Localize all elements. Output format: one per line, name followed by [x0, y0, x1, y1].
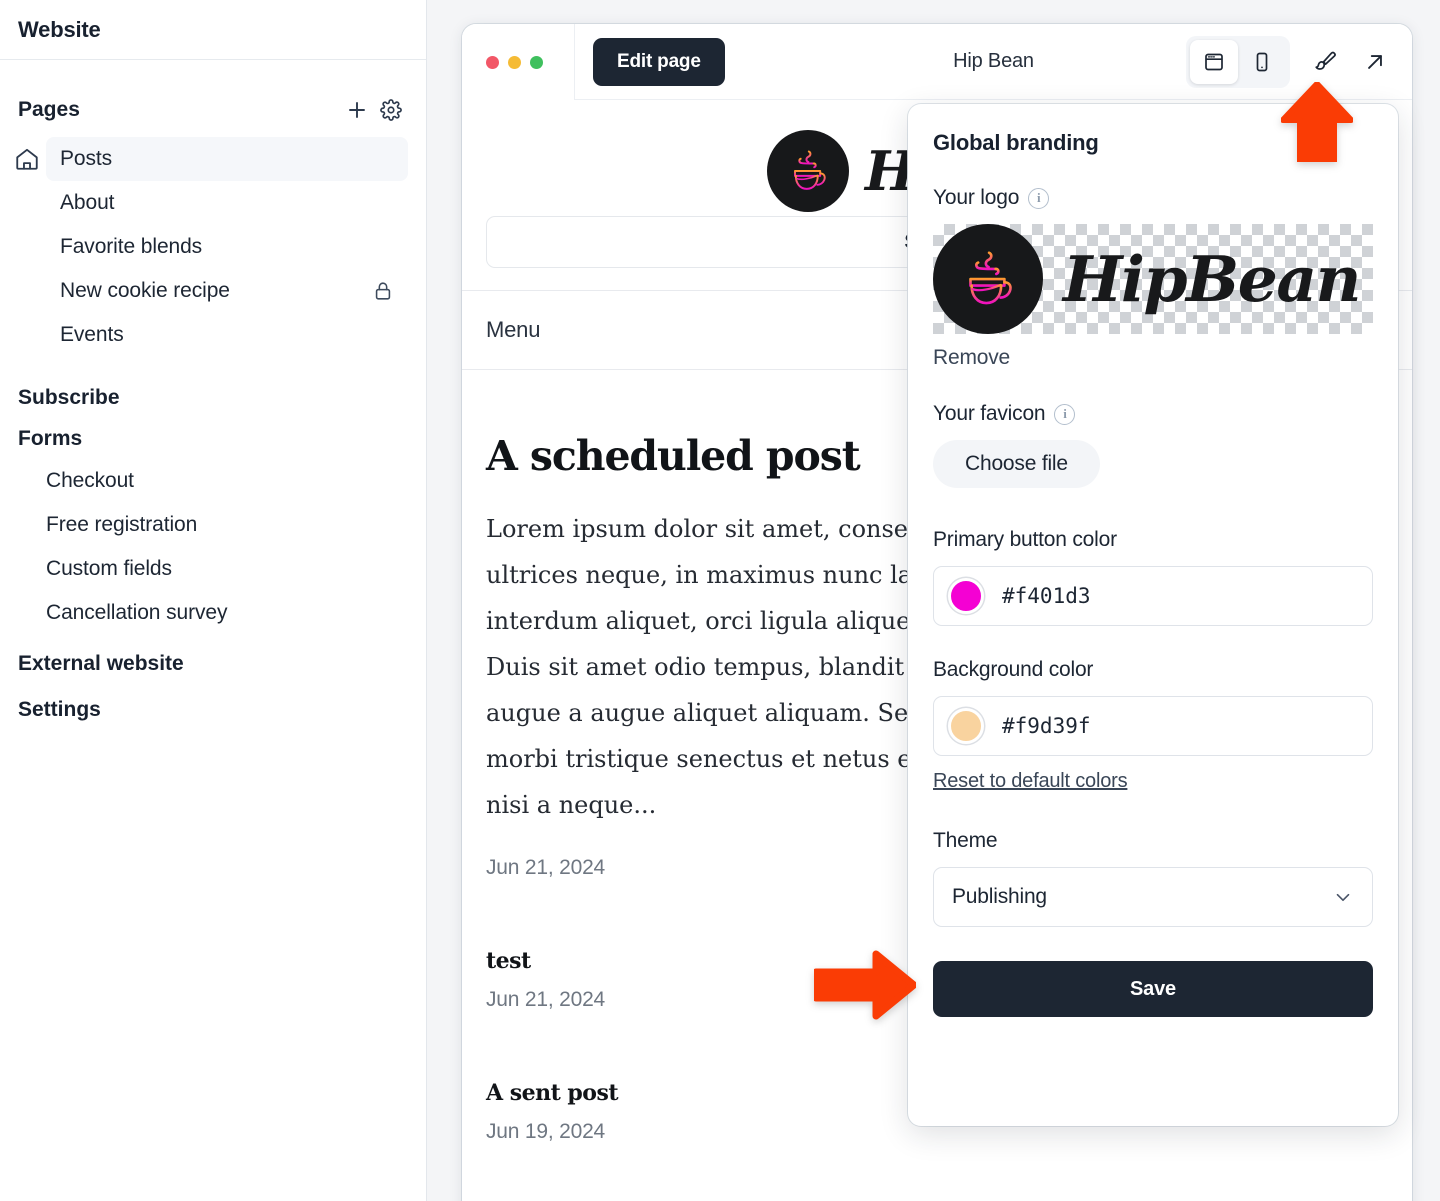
- sidebar-item-posts[interactable]: Posts: [0, 137, 426, 181]
- global-branding-panel: Global branding Your logo i HipBean Remo…: [908, 104, 1398, 1126]
- sidebar-groups: Subscribe Forms Checkout Free registrati…: [0, 377, 426, 731]
- viewport-toggle-group: [1186, 35, 1290, 88]
- reset-colors-link[interactable]: Reset to default colors: [933, 770, 1128, 793]
- paintbrush-icon: [1315, 51, 1336, 70]
- choose-file-button[interactable]: Choose file: [933, 440, 1100, 488]
- sidebar-item-new-cookie-recipe-pill[interactable]: New cookie recipe: [46, 269, 408, 313]
- primary-color-label: Primary button color: [933, 528, 1117, 551]
- info-icon[interactable]: i: [1028, 187, 1050, 209]
- sidebar-item-favorite-blends[interactable]: Favorite blends: [0, 225, 426, 269]
- sidebar-title: Website: [18, 16, 101, 42]
- background-color-input[interactable]: #f9d39f: [933, 696, 1373, 756]
- sidebar-item-free-registration[interactable]: Free registration: [0, 503, 426, 547]
- primary-color-swatch[interactable]: [948, 578, 984, 614]
- chevron-down-icon: [1336, 893, 1350, 902]
- coffee-cup-icon: [969, 251, 1012, 305]
- coffee-cup-icon: [794, 150, 826, 190]
- minimize-window-dot[interactable]: [508, 55, 521, 69]
- sidebar-item-posts-pill[interactable]: Posts: [46, 137, 408, 181]
- site-menu-label: Menu: [486, 317, 541, 342]
- sidebar-item-favorite-blends-pill[interactable]: Favorite blends: [46, 225, 408, 269]
- save-button[interactable]: Save: [933, 961, 1373, 1017]
- panel-title: Global branding: [933, 130, 1099, 155]
- logo-field-label-row: Your logo i: [933, 186, 1373, 210]
- gear-icon: [380, 99, 402, 121]
- sidebar-item-label: New cookie recipe: [60, 279, 230, 302]
- pages-settings-button[interactable]: [374, 93, 408, 127]
- global-branding-button[interactable]: [1300, 39, 1350, 85]
- plus-icon: [349, 102, 365, 118]
- sidebar-item-label: Cancellation survey: [46, 601, 228, 624]
- sidebar-item-events[interactable]: Events: [0, 313, 426, 357]
- pages-list: Posts About Favorite blends New cookie r…: [0, 137, 426, 357]
- sidebar-item-label: Free registration: [46, 513, 198, 536]
- sidebar-group-external-website[interactable]: External website: [0, 643, 426, 685]
- preview-toolbar-inner: Edit page Hip Bean: [574, 24, 1412, 100]
- theme-value: Publishing: [952, 885, 1047, 908]
- remove-logo-link[interactable]: Remove: [933, 346, 1373, 370]
- logo-field-label: Your logo: [933, 186, 1020, 209]
- sidebar-item-events-pill[interactable]: Events: [46, 313, 408, 357]
- desktop-view-button[interactable]: [1190, 39, 1238, 84]
- sidebar-group-subscribe[interactable]: Subscribe: [0, 377, 426, 419]
- info-icon[interactable]: i: [1054, 403, 1076, 425]
- edit-page-button[interactable]: Edit page: [593, 37, 725, 86]
- lock-icon: [375, 282, 391, 300]
- background-color-label: Background color: [933, 658, 1094, 681]
- window-traffic-lights: [462, 24, 574, 100]
- add-page-button[interactable]: [340, 93, 374, 127]
- primary-color-input[interactable]: #f401d3: [933, 566, 1373, 626]
- close-window-dot[interactable]: [486, 55, 499, 69]
- home-icon-wrap: [8, 146, 46, 172]
- sidebar-item-about-pill[interactable]: About: [46, 181, 408, 225]
- sidebar: Website Pages Posts About Favorite blend…: [0, 0, 427, 1201]
- sidebar-item-label: About: [60, 191, 115, 214]
- background-color-value: #f9d39f: [1002, 714, 1091, 738]
- sidebar-item-label: Checkout: [46, 469, 134, 492]
- sidebar-group-settings[interactable]: Settings: [0, 689, 426, 731]
- external-link-icon: [1368, 54, 1382, 69]
- mobile-view-button[interactable]: [1238, 40, 1286, 84]
- primary-color-value: #f401d3: [1002, 584, 1091, 608]
- sidebar-item-label: Favorite blends: [60, 235, 203, 258]
- sidebar-item-label: Events: [60, 323, 124, 346]
- background-color-swatch[interactable]: [948, 708, 984, 744]
- preview-view-tools: [1186, 35, 1400, 88]
- sidebar-item-checkout[interactable]: Checkout: [0, 459, 426, 503]
- coffee-cup-logo-mark: [933, 224, 1043, 334]
- sidebar-item-about[interactable]: About: [0, 181, 426, 225]
- coffee-cup-logo-mark: [767, 130, 849, 212]
- open-site-button[interactable]: [1350, 39, 1400, 85]
- sidebar-item-label: Custom fields: [46, 557, 172, 580]
- home-icon: [16, 148, 38, 170]
- mobile-view-icon: [1256, 52, 1268, 71]
- lock-icon-wrap: [372, 280, 394, 302]
- sidebar-item-cancellation-survey[interactable]: Cancellation survey: [0, 591, 426, 635]
- pages-section-header: Pages: [0, 87, 426, 133]
- maximize-window-dot[interactable]: [530, 55, 543, 69]
- sidebar-group-forms[interactable]: Forms: [0, 419, 426, 459]
- pages-section-label: Pages: [18, 98, 80, 121]
- sidebar-item-label: Posts: [60, 147, 113, 170]
- logo-wordmark: HipBean: [1063, 242, 1361, 316]
- logo-preview[interactable]: HipBean: [933, 224, 1373, 334]
- desktop-view-icon: [1205, 53, 1223, 70]
- preview-toolbar: Edit page Hip Bean: [462, 24, 1412, 100]
- favicon-field-label: Your favicon: [933, 402, 1046, 425]
- sidebar-item-custom-fields[interactable]: Custom fields: [0, 547, 426, 591]
- sidebar-header: Website: [0, 0, 426, 60]
- theme-select[interactable]: Publishing: [933, 867, 1373, 927]
- sidebar-item-new-cookie-recipe[interactable]: New cookie recipe: [0, 269, 426, 313]
- theme-label: Theme: [933, 829, 998, 852]
- favicon-field-label-row: Your favicon i: [933, 402, 1373, 426]
